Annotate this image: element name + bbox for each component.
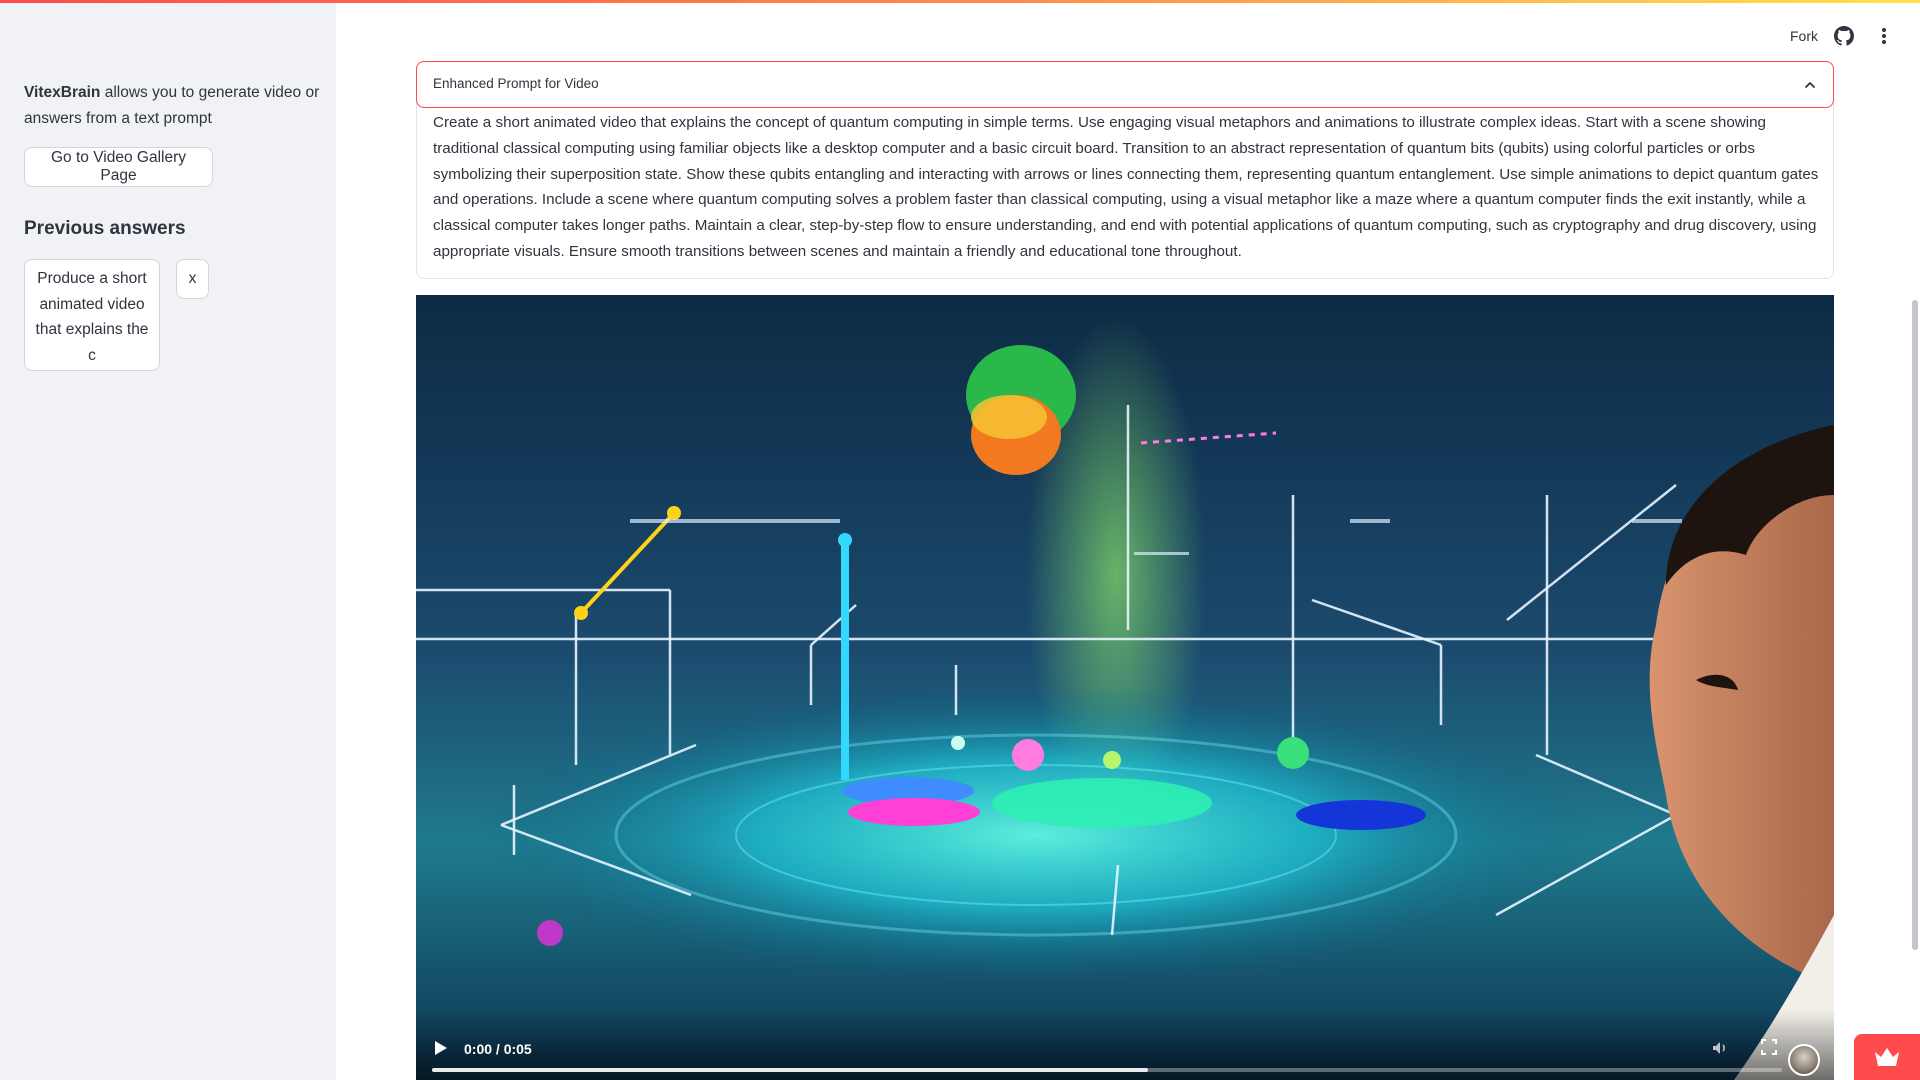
- sidebar: VitexBrain allows you to generate video …: [0, 0, 336, 1080]
- streamlit-badge[interactable]: [1854, 1034, 1920, 1080]
- enhanced-prompt-expander: Enhanced Prompt for Video Create a short…: [416, 61, 1834, 279]
- fullscreen-icon[interactable]: [1760, 1038, 1778, 1056]
- chevron-up-icon[interactable]: [1801, 76, 1819, 94]
- video-frame: [416, 295, 1834, 1080]
- previous-answer-button[interactable]: Produce a short animated video that expl…: [24, 259, 160, 371]
- video-progress-fill: [432, 1068, 1148, 1072]
- expander-header[interactable]: Enhanced Prompt for Video: [416, 61, 1834, 108]
- header-toolbar: Fork: [1790, 18, 1920, 54]
- expander-title: Enhanced Prompt for Video: [433, 76, 599, 91]
- fork-link[interactable]: Fork: [1790, 28, 1818, 44]
- video-player[interactable]: 0:00 / 0:05: [416, 295, 1834, 1080]
- crown-icon: [1875, 1048, 1899, 1066]
- go-to-video-gallery-button[interactable]: Go to Video Gallery Page: [24, 147, 213, 187]
- delete-answer-button[interactable]: x: [176, 259, 209, 299]
- brand-name: VitexBrain: [24, 84, 101, 101]
- enhanced-prompt-text: Create a short animated video that expla…: [433, 114, 1819, 260]
- previous-answers-heading: Previous answers: [24, 218, 186, 239]
- more-vertical-icon[interactable]: [1874, 26, 1894, 46]
- volume-icon[interactable]: [1710, 1038, 1730, 1058]
- video-controls: 0:00 / 0:05: [416, 1010, 1834, 1080]
- video-time-display: 0:00 / 0:05: [464, 1041, 532, 1057]
- avatar[interactable]: [1788, 1044, 1820, 1076]
- play-icon[interactable]: [434, 1040, 448, 1056]
- top-decoration-bar: [0, 0, 1920, 3]
- app-description: VitexBrain allows you to generate video …: [24, 80, 324, 132]
- github-icon[interactable]: [1834, 26, 1854, 46]
- video-progress-bar[interactable]: [432, 1068, 1782, 1072]
- page-scrollbar[interactable]: [1912, 300, 1918, 950]
